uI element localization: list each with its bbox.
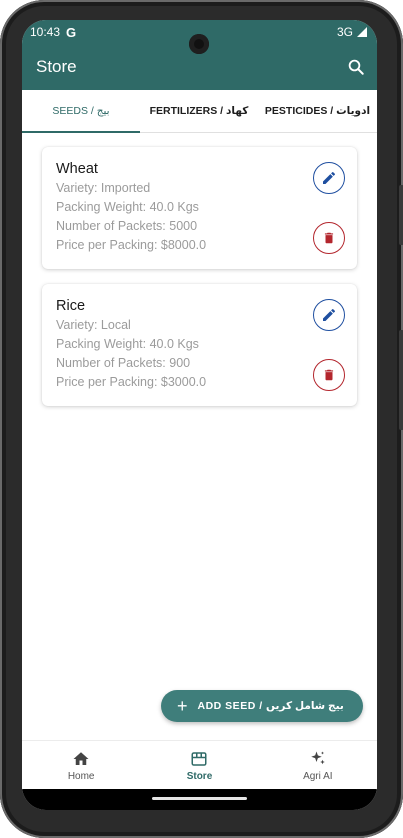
- item-packing-weight: Packing Weight: 40.0 Kgs: [56, 200, 199, 214]
- volume-button: [399, 330, 403, 430]
- bottom-nav: Home Store Agri AI: [22, 740, 377, 790]
- nav-label: Agri AI: [303, 770, 333, 782]
- add-seed-button[interactable]: + ADD SEED / بیج شامل کریں: [161, 690, 363, 722]
- item-card[interactable]: Rice Variety: Local Packing Weight: 40.0…: [42, 284, 357, 406]
- item-variety: Variety: Local: [56, 318, 131, 332]
- delete-button[interactable]: [313, 359, 345, 391]
- tab-label: PESTICIDES / ادویات: [264, 105, 371, 117]
- store-icon: [191, 751, 207, 766]
- edit-button[interactable]: [313, 299, 345, 331]
- pencil-icon: [323, 308, 335, 321]
- nav-store[interactable]: Store: [140, 741, 258, 790]
- home-icon: [73, 751, 89, 765]
- tab-pesticides[interactable]: PESTICIDES / ادویات: [258, 90, 377, 132]
- status-time: 10:43: [30, 25, 61, 39]
- signal-icon: [357, 27, 367, 37]
- plus-icon: +: [177, 696, 188, 716]
- search-icon[interactable]: [347, 58, 365, 76]
- item-packets: Number of Packets: 5000: [56, 219, 198, 233]
- item-price: Price per Packing: $8000.0: [56, 238, 207, 252]
- pencil-icon: [323, 171, 335, 184]
- gesture-area: [22, 789, 377, 810]
- item-variety: Variety: Imported: [56, 181, 151, 195]
- screen: 10:43 G 3G Store SEEDS / بیج FERTILIZERS…: [22, 20, 377, 810]
- google-icon: G: [66, 24, 77, 40]
- edit-button[interactable]: [313, 162, 345, 194]
- item-name: Rice: [56, 298, 86, 314]
- nav-home[interactable]: Home: [22, 741, 140, 790]
- network-type: 3G: [336, 25, 353, 39]
- tab-label: FERTILIZERS / کھاد: [149, 105, 249, 117]
- category-tabs: SEEDS / بیج FERTILIZERS / کھاد PESTICIDE…: [22, 90, 377, 133]
- nav-label: Store: [186, 770, 213, 782]
- delete-button[interactable]: [313, 222, 345, 254]
- nav-label: Home: [67, 770, 95, 782]
- item-card[interactable]: Wheat Variety: Imported Packing Weight: …: [42, 147, 357, 269]
- nav-agri-ai[interactable]: Agri AI: [259, 741, 377, 790]
- trash-icon: [324, 232, 334, 244]
- tab-fertilizers[interactable]: FERTILIZERS / کھاد: [140, 90, 258, 132]
- item-packing-weight: Packing Weight: 40.0 Kgs: [56, 337, 199, 351]
- item-list: Wheat Variety: Imported Packing Weight: …: [22, 133, 377, 406]
- power-button: [399, 185, 403, 245]
- page-title: Store: [36, 57, 77, 76]
- trash-icon: [324, 369, 334, 381]
- item-packets: Number of Packets: 900: [56, 356, 191, 370]
- sparkle-icon: [311, 751, 325, 764]
- add-seed-label: ADD SEED / بیج شامل کریں: [197, 700, 344, 712]
- camera-notch: [189, 34, 209, 54]
- phone-frame: 10:43 G 3G Store SEEDS / بیج FERTILIZERS…: [0, 0, 403, 838]
- item-price: Price per Packing: $3000.0: [56, 375, 207, 389]
- tab-seeds[interactable]: SEEDS / بیج: [22, 90, 140, 133]
- home-gesture-bar[interactable]: [152, 797, 247, 800]
- tab-label: SEEDS / بیج: [52, 105, 110, 117]
- item-name: Wheat: [56, 161, 98, 177]
